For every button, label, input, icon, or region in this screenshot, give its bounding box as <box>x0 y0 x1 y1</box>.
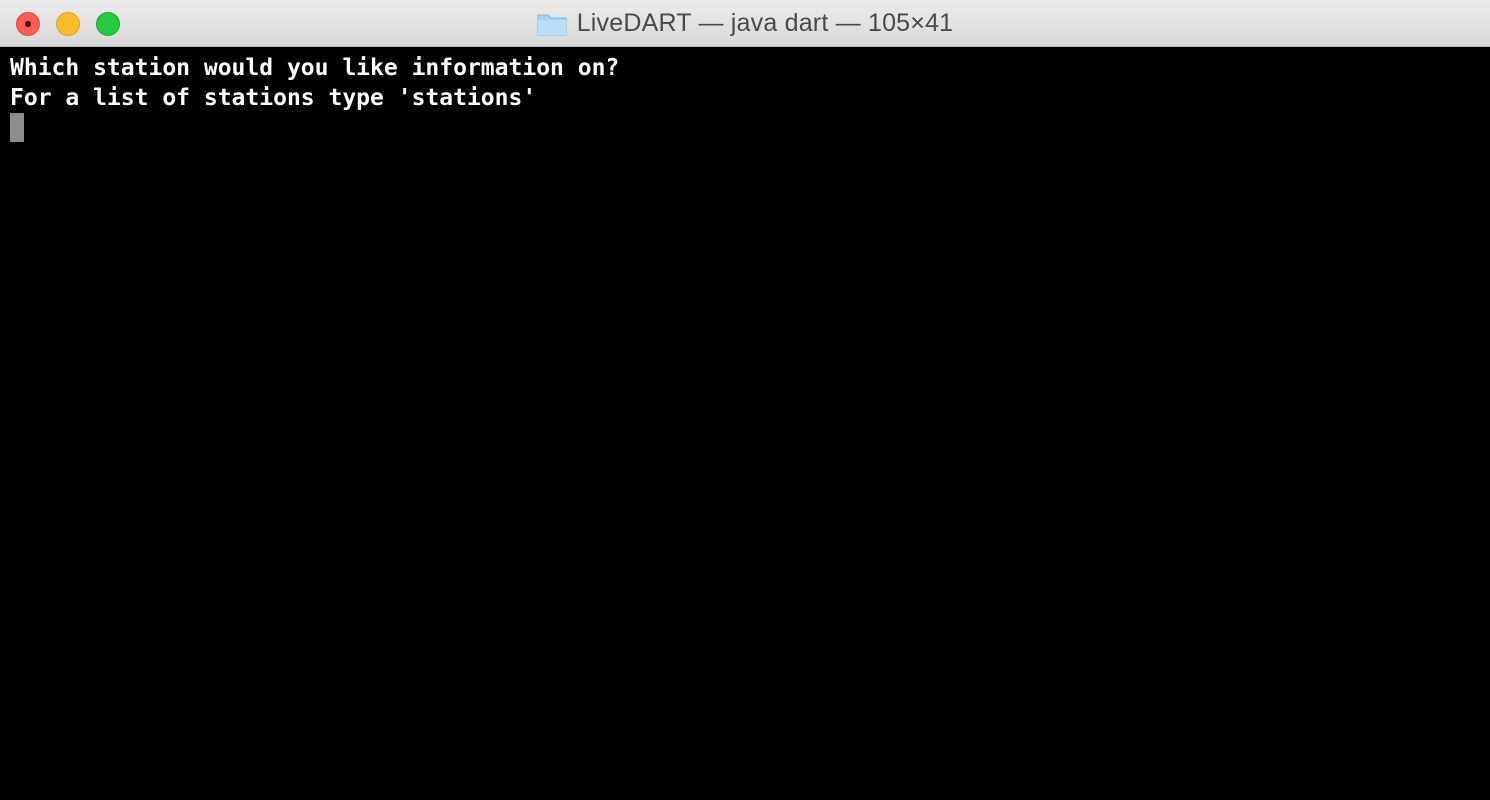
terminal-line: Which station would you like information… <box>10 55 620 81</box>
terminal-output[interactable]: Which station would you like information… <box>0 48 1490 800</box>
terminal-line: For a list of stations type 'stations' <box>10 85 537 111</box>
window-title-group: LiveDART — java dart — 105×41 <box>0 0 1490 47</box>
terminal-window: LiveDART — java dart — 105×41 Which stat… <box>0 0 1490 800</box>
window-title: LiveDART — java dart — 105×41 <box>576 9 954 37</box>
text-cursor <box>10 113 24 142</box>
title-bar[interactable]: LiveDART — java dart — 105×41 <box>0 0 1490 47</box>
folder-icon <box>537 14 567 35</box>
